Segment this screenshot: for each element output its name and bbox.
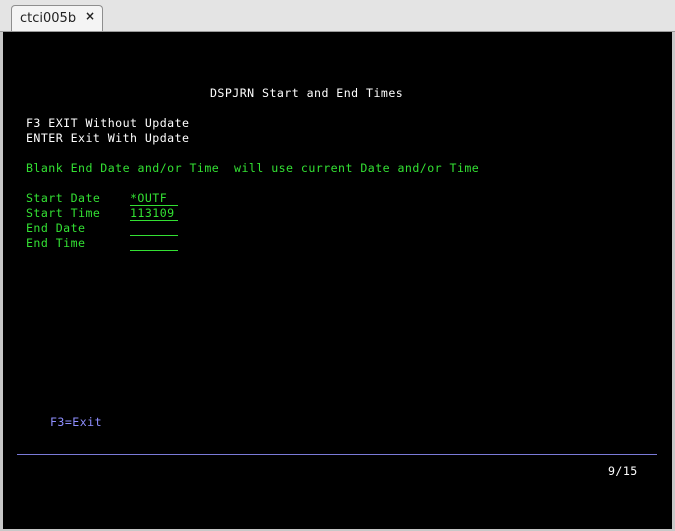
divider: [17, 454, 657, 455]
close-icon[interactable]: ×: [83, 9, 97, 25]
end-time-label: End Time: [26, 236, 86, 250]
start-time-field[interactable]: 113109: [130, 207, 178, 221]
start-date-label: Start Date: [26, 191, 101, 205]
session-tab-title: ctci005b: [20, 11, 77, 26]
end-date-field[interactable]: [130, 222, 178, 236]
page-indicator: 9/15: [608, 464, 638, 478]
note-text: Blank End Date and/or Time will use curr…: [26, 161, 480, 175]
function-key-f3[interactable]: F3=Exit: [50, 416, 102, 429]
end-time-field[interactable]: [130, 237, 178, 251]
tab-bar: ctci005b ×: [0, 0, 675, 32]
end-date-label: End Date: [26, 221, 86, 235]
start-time-label: Start Time: [26, 206, 101, 220]
screen-title: DSPJRN Start and End Times: [210, 86, 404, 100]
instruction-enter: ENTER Exit With Update: [26, 131, 190, 145]
session-tab[interactable]: ctci005b ×: [11, 5, 103, 31]
instruction-f3: F3 EXIT Without Update: [26, 116, 190, 130]
start-date-field[interactable]: *OUTF: [130, 192, 178, 206]
